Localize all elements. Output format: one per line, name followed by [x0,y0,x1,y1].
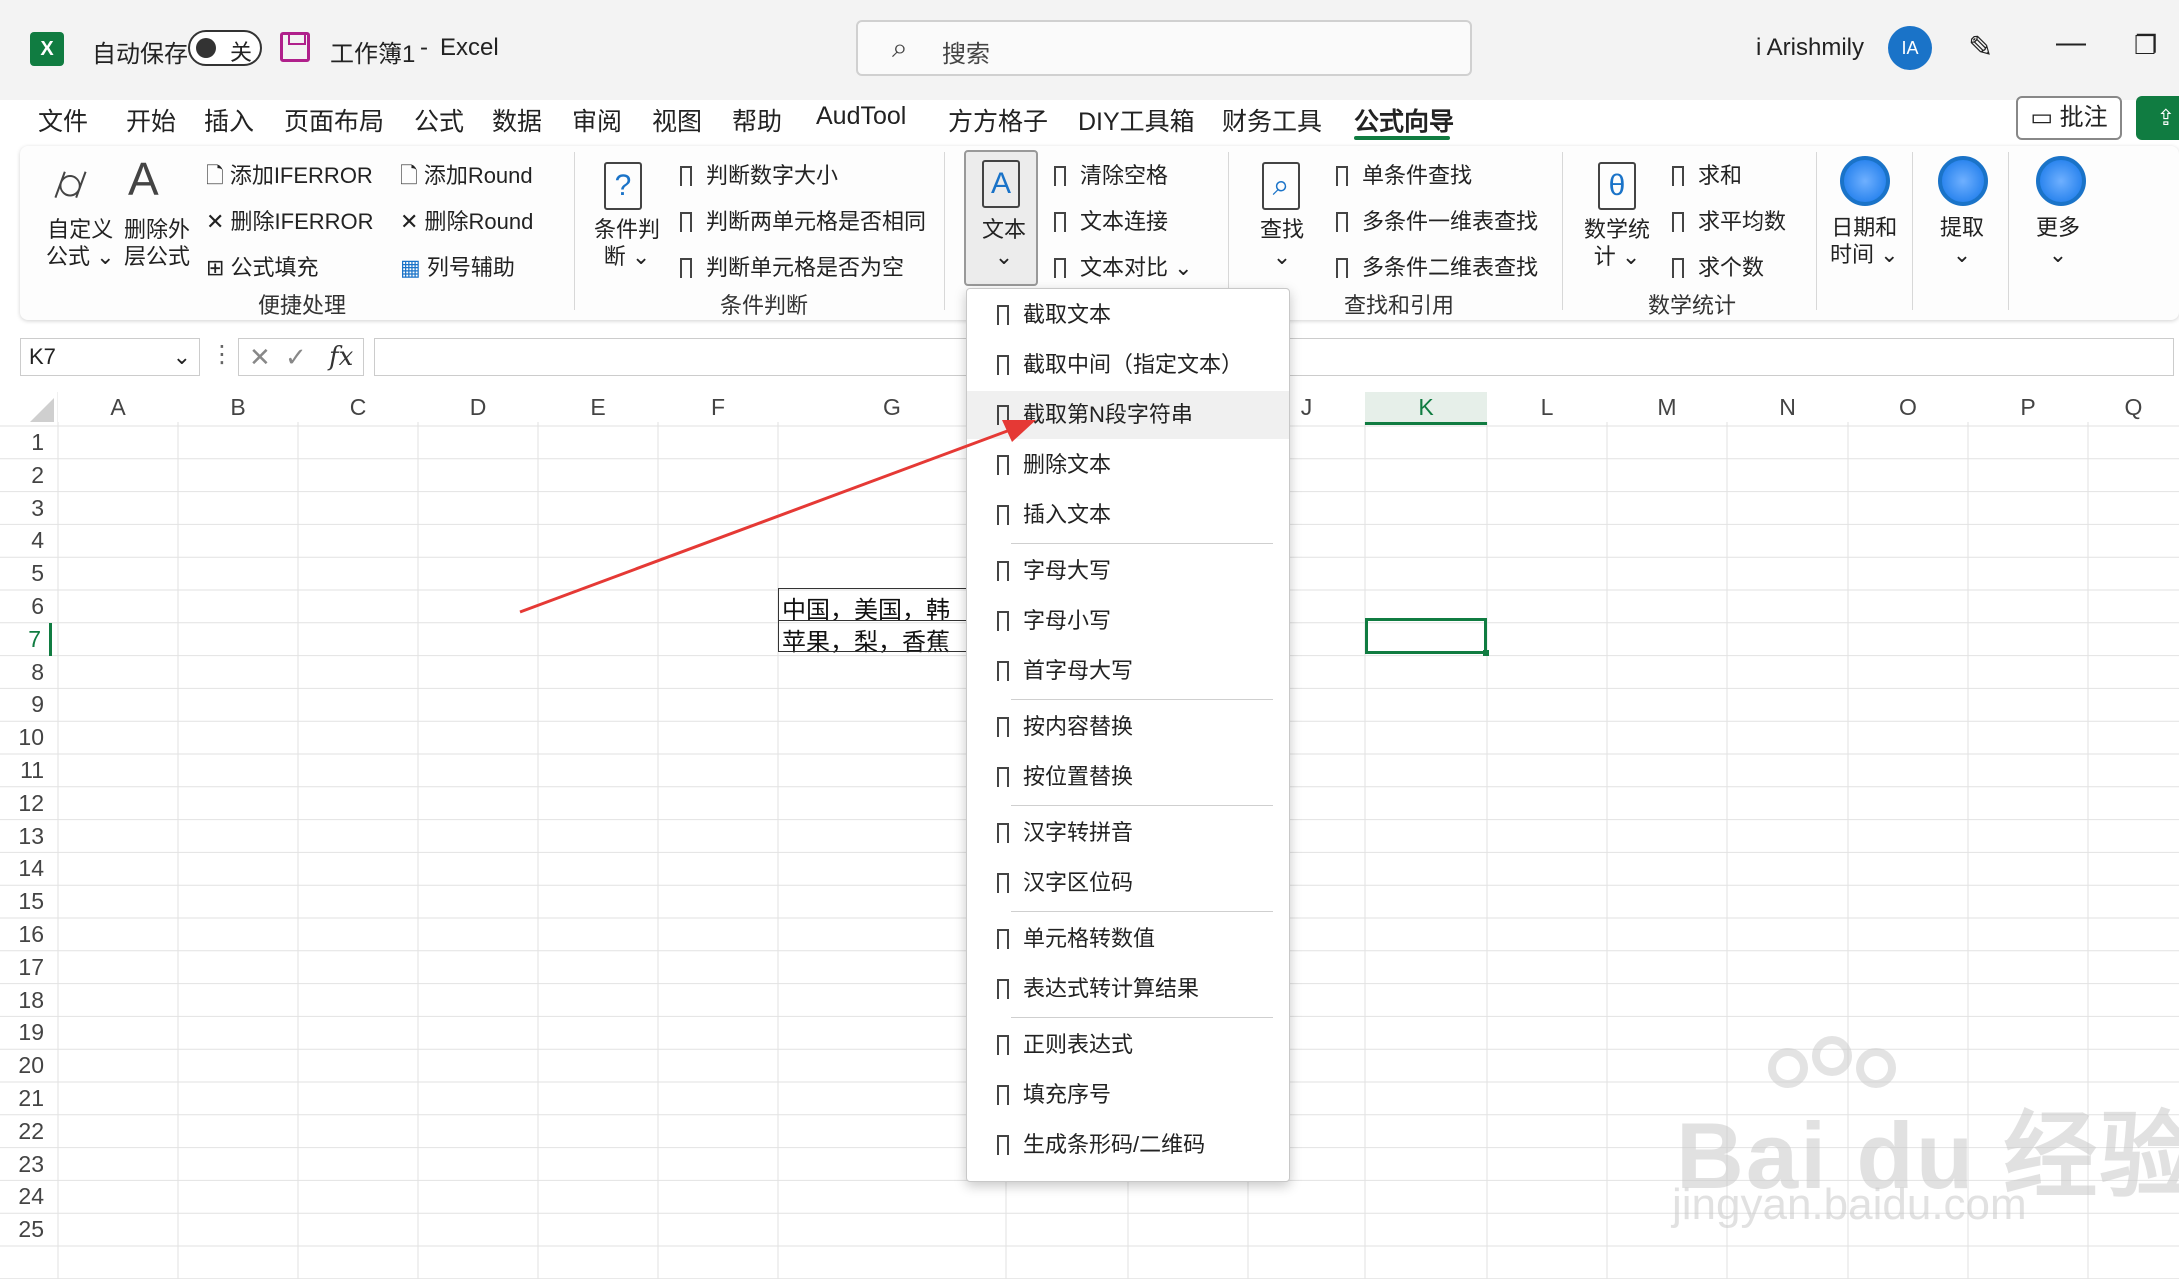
arrow-head [1002,420,1036,442]
watermark-url: jingyan.baidu.com [1672,1180,2027,1229]
arrow-line [519,428,1011,614]
watermark-paw-icon [1812,1036,1852,1076]
